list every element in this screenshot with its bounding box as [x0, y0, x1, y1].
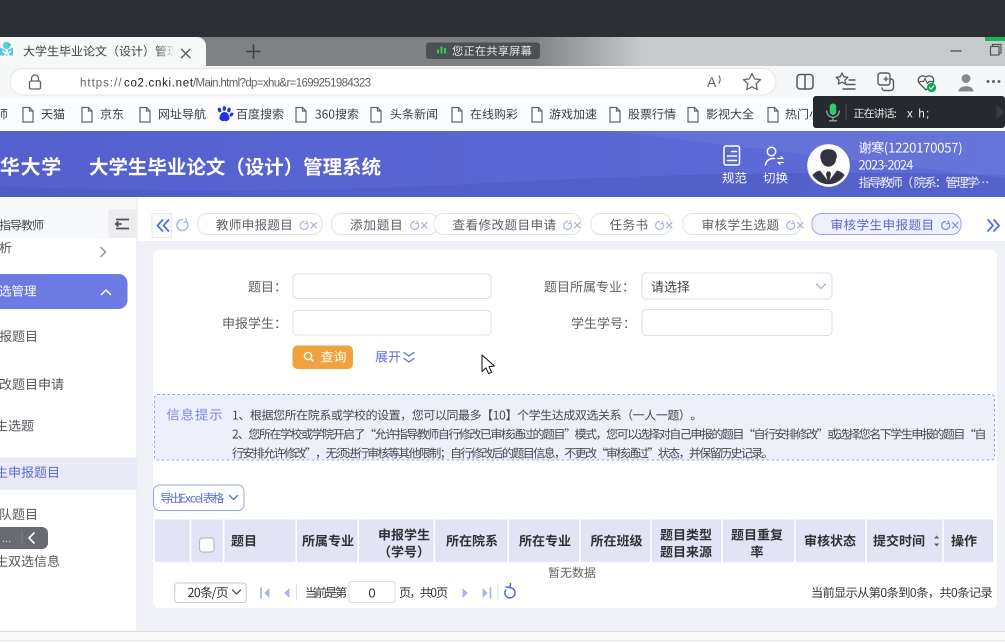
- svg-text:A: A: [707, 74, 717, 90]
- svg-text:0: 0: [368, 586, 375, 601]
- svg-text:/Main.html?dp=xhu&r=1699251984: /Main.html?dp=xhu&r=1699251984323: [193, 78, 371, 90]
- svg-text:x h;: x h;: [907, 108, 930, 120]
- svg-text:co2.cnki.net: co2.cnki.net: [124, 78, 194, 90]
- svg-text:https://: https://: [80, 78, 123, 90]
